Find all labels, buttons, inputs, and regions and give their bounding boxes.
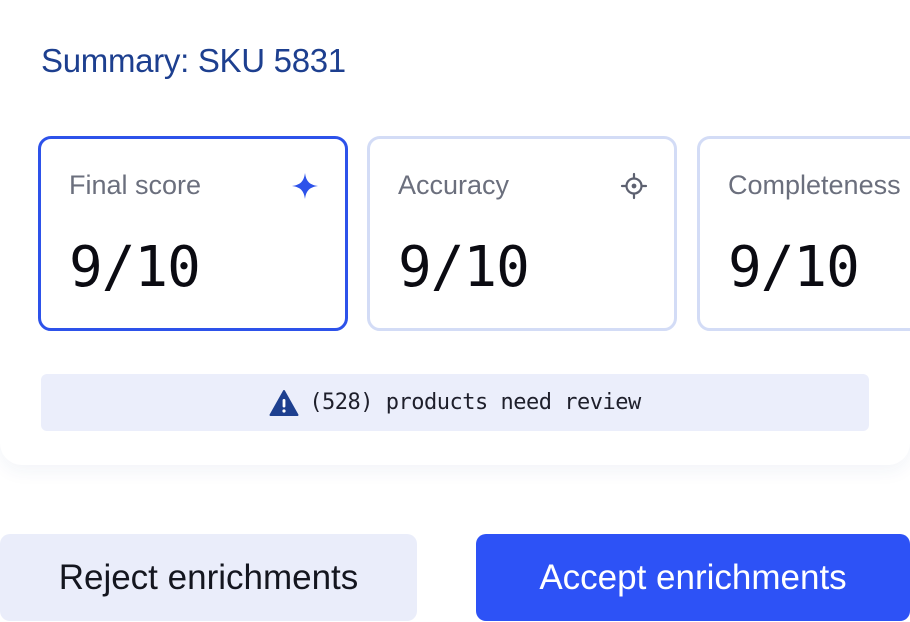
sparkle-icon (292, 173, 318, 199)
card-label: Final score (69, 170, 202, 200)
page-title: Summary: SKU 5831 (41, 42, 346, 79)
review-notice: (528) products need review (41, 374, 869, 431)
card-value: 9/10 (69, 235, 201, 300)
accuracy-card[interactable]: Accuracy 9/10 (367, 136, 677, 331)
notice-text: (528) products need review (309, 390, 641, 415)
card-label: Completeness (728, 170, 901, 200)
final-score-card[interactable]: Final score 9/10 (38, 136, 348, 331)
warning-icon (269, 389, 299, 416)
accept-enrichments-button[interactable]: Accept enrichments (476, 534, 910, 621)
reject-enrichments-button[interactable]: Reject enrichments (0, 534, 417, 621)
card-value: 9/10 (398, 235, 530, 300)
summary-panel: Summary: SKU 5831 Final score 9/10 Accur… (0, 0, 910, 465)
crosshair-icon (620, 172, 648, 200)
card-value: 9/10 (728, 235, 860, 300)
completeness-card[interactable]: Completeness 9/10 (697, 136, 910, 331)
card-label: Accuracy (398, 170, 510, 200)
